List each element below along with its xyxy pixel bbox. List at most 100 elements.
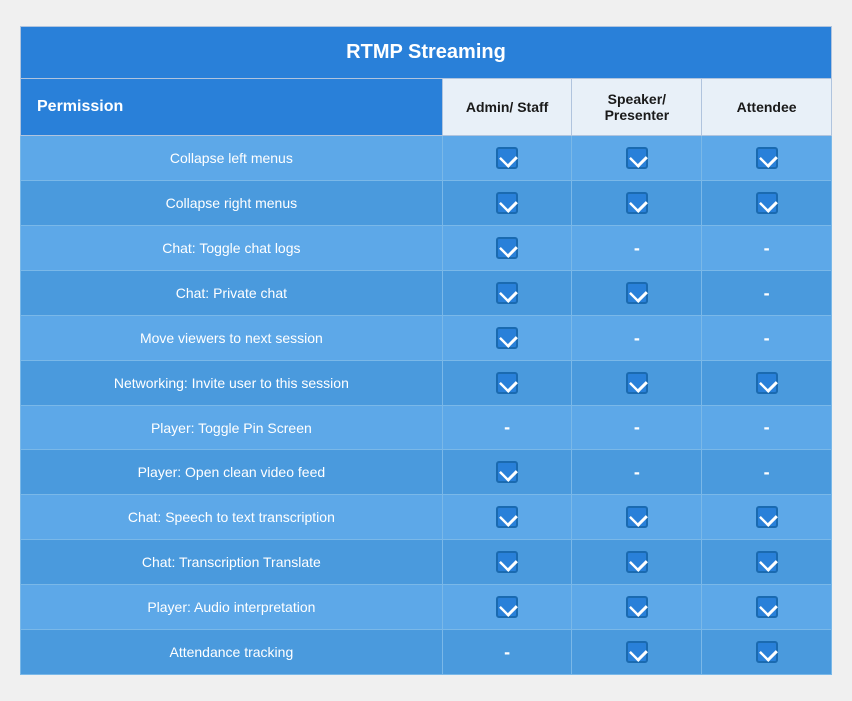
table-wrapper: RTMP Streaming Permission Admin/ Staff S… [0, 6, 852, 695]
dash-icon: - [764, 462, 770, 482]
table-row: Networking: Invite user to this session [21, 361, 832, 406]
attendee-cell: - [702, 271, 832, 316]
check-icon [496, 237, 518, 259]
attendee-cell: - [702, 450, 832, 495]
check-icon [626, 147, 648, 169]
speaker-cell [572, 361, 702, 406]
dash-icon: - [764, 328, 770, 348]
permission-label: Player: Toggle Pin Screen [21, 406, 443, 450]
attendee-cell: - [702, 316, 832, 361]
permission-label: Chat: Speech to text transcription [21, 495, 443, 540]
check-icon [496, 596, 518, 618]
table-row: Player: Toggle Pin Screen - - - [21, 406, 832, 450]
attendee-cell [702, 540, 832, 585]
check-icon [496, 282, 518, 304]
speaker-cell [572, 540, 702, 585]
speaker-cell [572, 495, 702, 540]
speaker-cell: - [572, 316, 702, 361]
attendee-cell [702, 630, 832, 675]
check-icon [496, 506, 518, 528]
check-icon [626, 282, 648, 304]
attendee-cell [702, 495, 832, 540]
speaker-cell: - [572, 450, 702, 495]
speaker-cell: - [572, 406, 702, 450]
admin-cell [442, 271, 572, 316]
permission-label: Player: Open clean video feed [21, 450, 443, 495]
permission-label: Attendance tracking [21, 630, 443, 675]
permission-label: Player: Audio interpretation [21, 585, 443, 630]
permission-label: Chat: Transcription Translate [21, 540, 443, 585]
speaker-cell [572, 136, 702, 181]
attendee-cell: - [702, 406, 832, 450]
table-row: Attendance tracking - [21, 630, 832, 675]
table-row: Collapse right menus [21, 181, 832, 226]
check-icon [756, 192, 778, 214]
permission-label: Move viewers to next session [21, 316, 443, 361]
admin-cell [442, 361, 572, 406]
permission-label: Networking: Invite user to this session [21, 361, 443, 406]
dash-icon: - [764, 417, 770, 437]
attendee-cell: - [702, 226, 832, 271]
attendee-cell [702, 361, 832, 406]
table-row: Chat: Toggle chat logs-- [21, 226, 832, 271]
check-icon [496, 372, 518, 394]
admin-cell [442, 585, 572, 630]
check-icon [626, 372, 648, 394]
check-icon [496, 551, 518, 573]
check-icon [756, 641, 778, 663]
table-row: Player: Audio interpretation [21, 585, 832, 630]
admin-cell [442, 450, 572, 495]
admin-column-header: Admin/ Staff [442, 79, 572, 136]
admin-cell: - [442, 406, 572, 450]
dash-icon: - [634, 328, 640, 348]
table-row: Collapse left menus [21, 136, 832, 181]
check-icon [756, 551, 778, 573]
admin-cell: - [442, 630, 572, 675]
admin-cell [442, 181, 572, 226]
table-row: Move viewers to next session - - [21, 316, 832, 361]
check-icon [496, 192, 518, 214]
check-icon [756, 147, 778, 169]
check-icon [626, 641, 648, 663]
check-icon [756, 596, 778, 618]
permission-column-header: Permission [21, 79, 443, 136]
check-icon [496, 461, 518, 483]
admin-cell [442, 136, 572, 181]
attendee-cell [702, 585, 832, 630]
admin-cell [442, 316, 572, 361]
admin-cell [442, 540, 572, 585]
dash-icon: - [634, 417, 640, 437]
admin-cell [442, 226, 572, 271]
speaker-cell [572, 271, 702, 316]
speaker-cell [572, 630, 702, 675]
table-row: Chat: Speech to text transcription [21, 495, 832, 540]
speaker-column-header: Speaker/ Presenter [572, 79, 702, 136]
speaker-cell: - [572, 226, 702, 271]
table-row: Chat: Private chat - [21, 271, 832, 316]
table-row: Player: Open clean video feed - - [21, 450, 832, 495]
check-icon [626, 192, 648, 214]
check-icon [756, 372, 778, 394]
check-icon [626, 596, 648, 618]
permission-label: Chat: Private chat [21, 271, 443, 316]
dash-icon: - [634, 462, 640, 482]
table-title: RTMP Streaming [21, 27, 832, 79]
check-icon [756, 506, 778, 528]
check-icon [626, 551, 648, 573]
speaker-cell [572, 181, 702, 226]
check-icon [496, 327, 518, 349]
dash-icon: - [504, 417, 510, 437]
permissions-table: RTMP Streaming Permission Admin/ Staff S… [20, 26, 832, 675]
dash-icon: - [764, 283, 770, 303]
attendee-column-header: Attendee [702, 79, 832, 136]
check-icon [496, 147, 518, 169]
check-icon [626, 506, 648, 528]
dash-icon: - [504, 642, 510, 662]
permission-label: Collapse left menus [21, 136, 443, 181]
dash-icon: - [634, 238, 640, 258]
dash-icon: - [764, 238, 770, 258]
table-row: Chat: Transcription Translate [21, 540, 832, 585]
attendee-cell [702, 181, 832, 226]
admin-cell [442, 495, 572, 540]
permission-label: Collapse right menus [21, 181, 443, 226]
